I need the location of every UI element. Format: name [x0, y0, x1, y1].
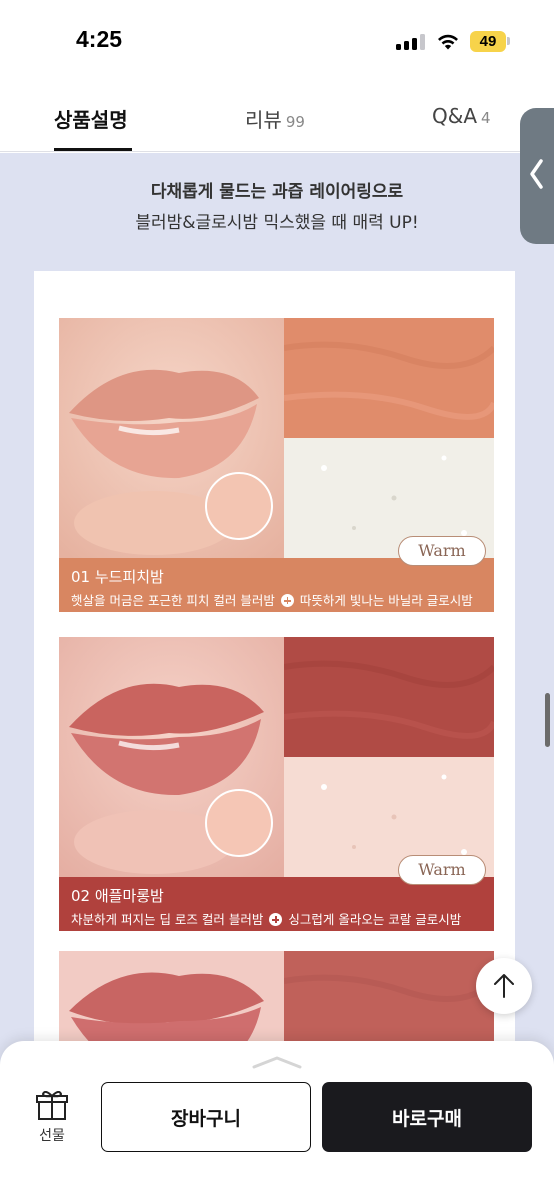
shade-name: 01 누드피치밤	[71, 568, 164, 586]
plus-icon	[280, 594, 294, 607]
shade-photo	[59, 637, 494, 877]
battery-indicator: 49	[470, 31, 506, 52]
shade-photo	[59, 318, 494, 558]
tab-label: 리뷰	[245, 108, 282, 132]
chevron-left-icon	[530, 159, 543, 189]
blur-balm-description: 햇살을 머금은 포근한 피치 컬러 블러밤	[71, 593, 275, 608]
gift-label: 선물	[39, 1128, 65, 1144]
headline-line-2: 블러밤&글로시밤 믹스했을 때 매력 UP!	[135, 213, 419, 233]
plus-icon	[269, 913, 283, 926]
tab-bar: 상품설명 리뷰 99 Q&A 4	[0, 84, 554, 152]
shade-name: 02 애플마롱밤	[71, 887, 164, 905]
tab-count: 4	[481, 109, 491, 127]
battery-tip	[507, 37, 510, 45]
glossy-balm-description: 싱그럽게 올라오는 코랄 글로시밤	[288, 912, 462, 927]
side-panel-handle[interactable]	[520, 108, 554, 244]
shade-caption: Warm 01 누드피치밤 햇살을 머금은 포근한 피치 컬러 블러밤 따뜻하게…	[59, 536, 494, 612]
blur-balm-swatch	[284, 318, 494, 438]
blur-balm-description: 차분하게 퍼지는 딥 로즈 컬러 블러밤	[71, 912, 264, 927]
shade-description: 햇살을 머금은 포근한 피치 컬러 블러밤 따뜻하게 빛나는 바닐라 글로시밤	[71, 590, 473, 609]
wifi-icon	[436, 31, 460, 51]
glossy-balm-description: 따뜻하게 빛나는 바닐라 글로시밤	[299, 593, 473, 608]
blur-balm-swatch	[284, 637, 494, 757]
arrow-up-icon	[494, 974, 514, 998]
shade-caption: Warm 02 애플마롱밤 차분하게 퍼지는 딥 로즈 컬러 블러밤 싱그럽게 …	[59, 855, 494, 931]
tab-count: 99	[285, 113, 305, 131]
lip-photo	[59, 318, 284, 558]
scroll-to-top-button[interactable]	[476, 958, 532, 1014]
shade-card-01: Warm 01 누드피치밤 햇살을 머금은 포근한 피치 컬러 블러밤 따뜻하게…	[59, 318, 494, 612]
purchase-bottom-sheet: 선물 장바구니 바로구매	[0, 1041, 554, 1200]
scroll-indicator[interactable]	[545, 693, 550, 747]
headline-line-1: 다채롭게 물드는 과즙 레이어링으로	[150, 182, 404, 202]
tab-reviews[interactable]: 리뷰 99	[245, 104, 305, 133]
cellular-signal-icon	[396, 34, 426, 50]
warm-badge: Warm	[398, 536, 486, 566]
shade-card-02: Warm 02 애플마롱밤 차분하게 퍼지는 딥 로즈 컬러 블러밤 싱그럽게 …	[59, 637, 494, 931]
lip-photo	[59, 637, 284, 877]
active-tab-indicator	[54, 148, 132, 151]
tab-label: Q&A	[432, 104, 478, 128]
tab-product-description[interactable]: 상품설명	[54, 104, 128, 133]
status-bar: 4:25 49	[0, 0, 554, 84]
tab-label: 상품설명	[54, 108, 128, 132]
chevron-up-icon[interactable]	[252, 1055, 302, 1069]
shade-description: 차분하게 퍼지는 딥 로즈 컬러 블러밤 싱그럽게 올라오는 코랄 글로시밤	[71, 909, 461, 928]
tab-qna[interactable]: Q&A 4	[432, 104, 491, 128]
buy-now-button[interactable]: 바로구매	[322, 1082, 532, 1152]
status-time: 4:25	[76, 26, 123, 52]
warm-badge: Warm	[398, 855, 486, 885]
gift-button[interactable]: 선물	[30, 1091, 74, 1151]
gift-icon	[36, 1091, 68, 1120]
add-to-cart-button[interactable]: 장바구니	[101, 1082, 311, 1152]
